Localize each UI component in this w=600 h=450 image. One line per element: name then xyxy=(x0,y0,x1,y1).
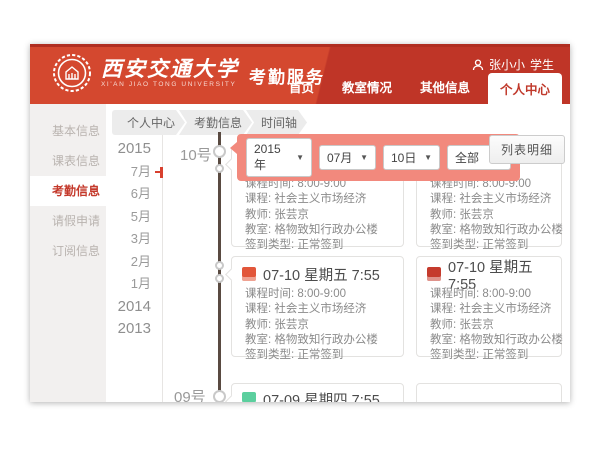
month-may[interactable]: 5月 xyxy=(106,206,151,229)
chevron-down-icon: ▼ xyxy=(424,153,432,162)
user-role: 学生 xyxy=(530,56,554,73)
month-jul[interactable]: 7月 xyxy=(106,161,151,184)
list-detail-button[interactable]: 列表明细 xyxy=(489,135,565,164)
sidebar-item-attendance-info[interactable]: 考勤信息 xyxy=(30,176,106,206)
month-select[interactable]: 07月▼ xyxy=(319,145,376,170)
year-2014[interactable]: 2014 xyxy=(106,296,151,319)
timeline-canvas: 10号 09号 2015年▼ 07月▼ 10日▼ 全部▼ 列表明细 xyxy=(163,132,570,402)
sidebar-item-leave-request[interactable]: 请假申请 xyxy=(30,206,106,236)
university-name-cn: 西安交通大学 xyxy=(101,58,239,80)
app-window: 西安交通大学 XI'AN JIAO TONG UNIVERSITY 考勤服务 张… xyxy=(30,44,570,402)
timeline-node xyxy=(213,390,226,402)
chevron-down-icon: ▼ xyxy=(296,153,304,162)
timeline-node xyxy=(213,145,226,158)
year-2015[interactable]: 2015 xyxy=(106,138,151,161)
sidebar: 基本信息 课表信息 考勤信息 请假申请 订阅信息 xyxy=(30,104,106,402)
sidebar-item-basic-info[interactable]: 基本信息 xyxy=(30,116,106,146)
year-nav: 2015 7月 6月 5月 3月 2月 1月 2014 2013 xyxy=(106,132,163,402)
date-filter-bar: 2015年▼ 07月▼ 10日▼ 全部▼ xyxy=(237,134,520,181)
attendance-status-icon xyxy=(427,267,441,281)
card-date: 07-10 星期五 7:55 xyxy=(263,264,380,285)
content: 基本信息 课表信息 考勤信息 请假申请 订阅信息 个人中心考勤信息时间轴 201… xyxy=(30,104,570,402)
month-mar[interactable]: 3月 xyxy=(106,228,151,251)
nav-other-info[interactable]: 其他信息 xyxy=(406,77,484,104)
main-nav: 首页 教室情况 其他信息 个人中心 xyxy=(275,73,562,104)
attendance-status-icon xyxy=(242,267,256,281)
day-label-10: 10号 xyxy=(180,144,212,165)
nav-personal-center-active[interactable]: 个人中心 xyxy=(488,73,562,104)
timeline-node xyxy=(215,261,224,270)
attendance-card-partial[interactable] xyxy=(416,383,562,402)
nav-home[interactable]: 首页 xyxy=(275,77,328,104)
day-select[interactable]: 10日▼ xyxy=(383,145,440,170)
user-icon xyxy=(472,59,484,71)
attendance-card[interactable]: 07-09 星期四 7:55 xyxy=(231,383,404,402)
year-select[interactable]: 2015年▼ xyxy=(246,138,312,177)
attendance-card[interactable]: 07-10 星期五 7:55 课程时间: 8:00-9:00 课程: 社会主义市… xyxy=(231,256,404,357)
year-2013[interactable]: 2013 xyxy=(106,318,151,341)
card-date: 07-09 星期四 7:55 xyxy=(263,389,380,403)
day-label-09: 09号 xyxy=(174,386,206,402)
user-name: 张小小 xyxy=(489,56,525,73)
attendance-card[interactable]: 07-10 星期五 7:55 课程时间: 8:00-9:00 课程: 社会主义市… xyxy=(416,256,562,357)
timeline-node xyxy=(215,164,224,173)
month-jun[interactable]: 6月 xyxy=(106,183,151,206)
header: 西安交通大学 XI'AN JIAO TONG UNIVERSITY 考勤服务 张… xyxy=(30,44,570,104)
timeline-section: 2015 7月 6月 5月 3月 2月 1月 2014 2013 10号 09号 xyxy=(106,132,570,402)
timeline-node xyxy=(215,274,224,283)
month-jan[interactable]: 1月 xyxy=(106,273,151,296)
nav-classrooms[interactable]: 教室情况 xyxy=(328,77,406,104)
breadcrumb: 个人中心考勤信息时间轴 xyxy=(106,104,570,132)
chevron-down-icon: ▼ xyxy=(360,153,368,162)
university-logo-icon xyxy=(52,53,92,93)
university-name-en: XI'AN JIAO TONG UNIVERSITY xyxy=(101,81,239,88)
month-feb[interactable]: 2月 xyxy=(106,251,151,274)
sidebar-item-subscription-info[interactable]: 订阅信息 xyxy=(30,236,106,266)
sidebar-item-schedule-info[interactable]: 课表信息 xyxy=(30,146,106,176)
user-info[interactable]: 张小小 学生 xyxy=(472,56,554,73)
main-region: 个人中心考勤信息时间轴 2015 7月 6月 5月 3月 2月 1月 2014 … xyxy=(106,104,570,402)
attendance-status-icon xyxy=(242,392,256,402)
